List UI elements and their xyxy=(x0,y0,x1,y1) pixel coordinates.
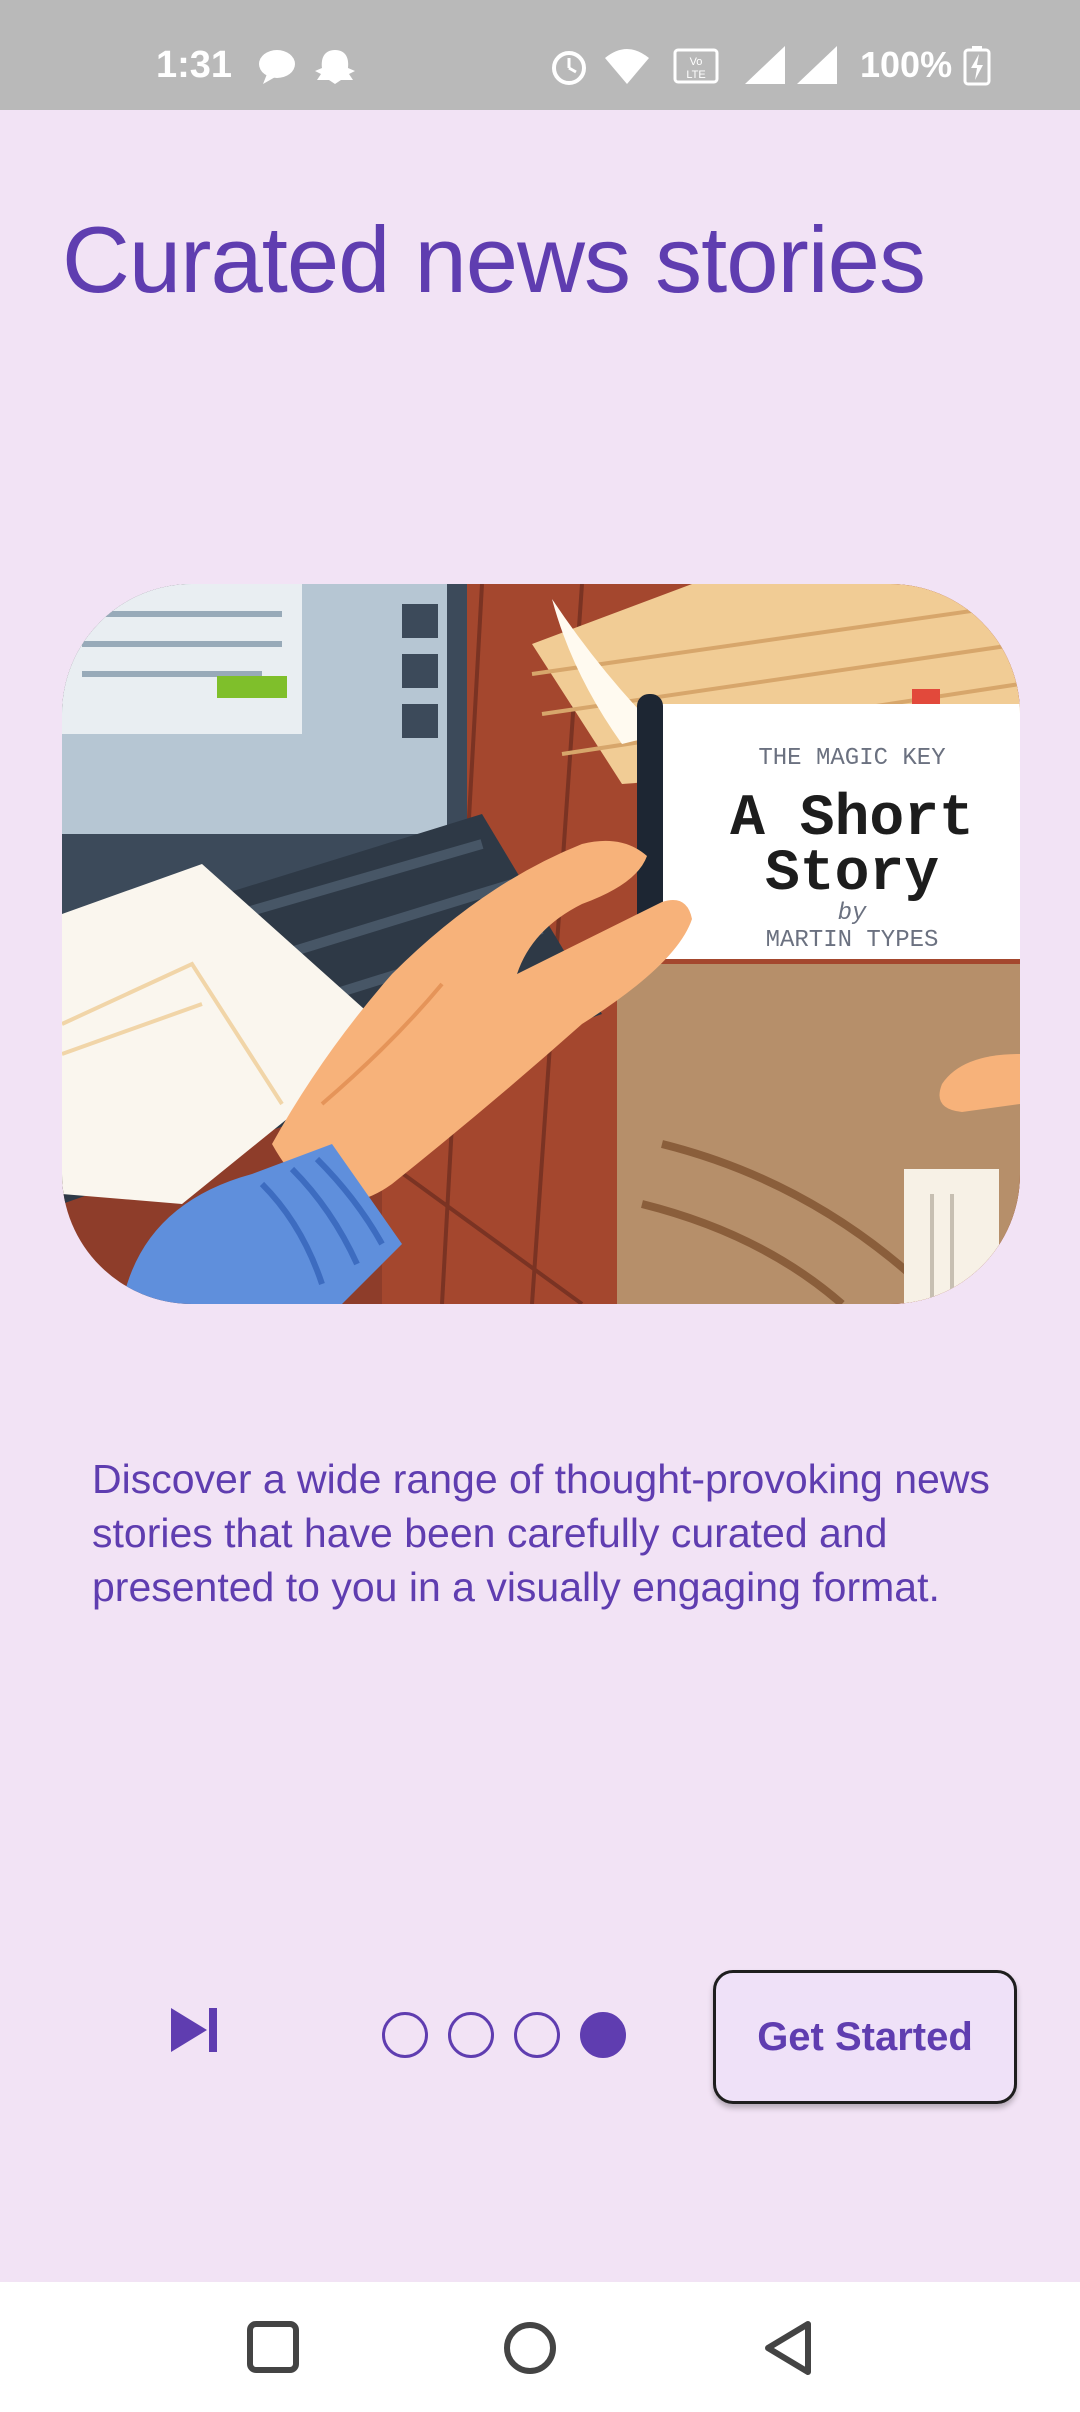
book-by: by xyxy=(838,900,867,927)
notification-icons xyxy=(255,46,365,91)
signal-icon xyxy=(797,46,837,84)
page-dot-3[interactable] xyxy=(514,2012,560,2058)
battery-charging-icon xyxy=(963,46,991,86)
status-time: 1:31 xyxy=(156,44,233,86)
wifi-icon xyxy=(605,49,649,84)
book-series: THE MAGIC KEY xyxy=(758,745,945,772)
book-title-line2: Story xyxy=(765,842,939,907)
navigation-bar xyxy=(0,2282,1080,2412)
alarm-icon xyxy=(552,51,586,85)
page-indicator xyxy=(382,2012,626,2064)
page-dot-2[interactable] xyxy=(448,2012,494,2058)
page-dot-1[interactable] xyxy=(382,2012,428,2058)
hero-illustration: THE MAGIC KEY A Short Story by MARTIN TY… xyxy=(62,584,1020,1304)
page-dot-4-active[interactable] xyxy=(580,2012,626,2058)
page-title: Curated news stories xyxy=(62,207,926,312)
skip-next-icon xyxy=(171,2008,217,2052)
back-icon[interactable] xyxy=(758,2316,822,2380)
volte-icon: Vo LTE xyxy=(673,48,719,84)
status-bar: 1:31 Vo LTE 100% xyxy=(0,0,1080,110)
recents-icon[interactable] xyxy=(242,2316,306,2380)
svg-text:Vo: Vo xyxy=(690,56,703,68)
svg-text:LTE: LTE xyxy=(686,69,705,81)
chat-icon xyxy=(259,50,295,84)
book-author: MARTIN TYPES xyxy=(766,927,939,954)
battery-percent: 100% xyxy=(860,44,953,85)
home-icon[interactable] xyxy=(498,2316,562,2380)
signal-icon xyxy=(745,46,785,84)
snapchat-icon xyxy=(315,50,355,84)
get-started-button[interactable]: Get Started xyxy=(713,1970,1017,2104)
skip-button[interactable] xyxy=(160,1995,230,2065)
description: Discover a wide range of thought-provoki… xyxy=(92,1456,990,1610)
